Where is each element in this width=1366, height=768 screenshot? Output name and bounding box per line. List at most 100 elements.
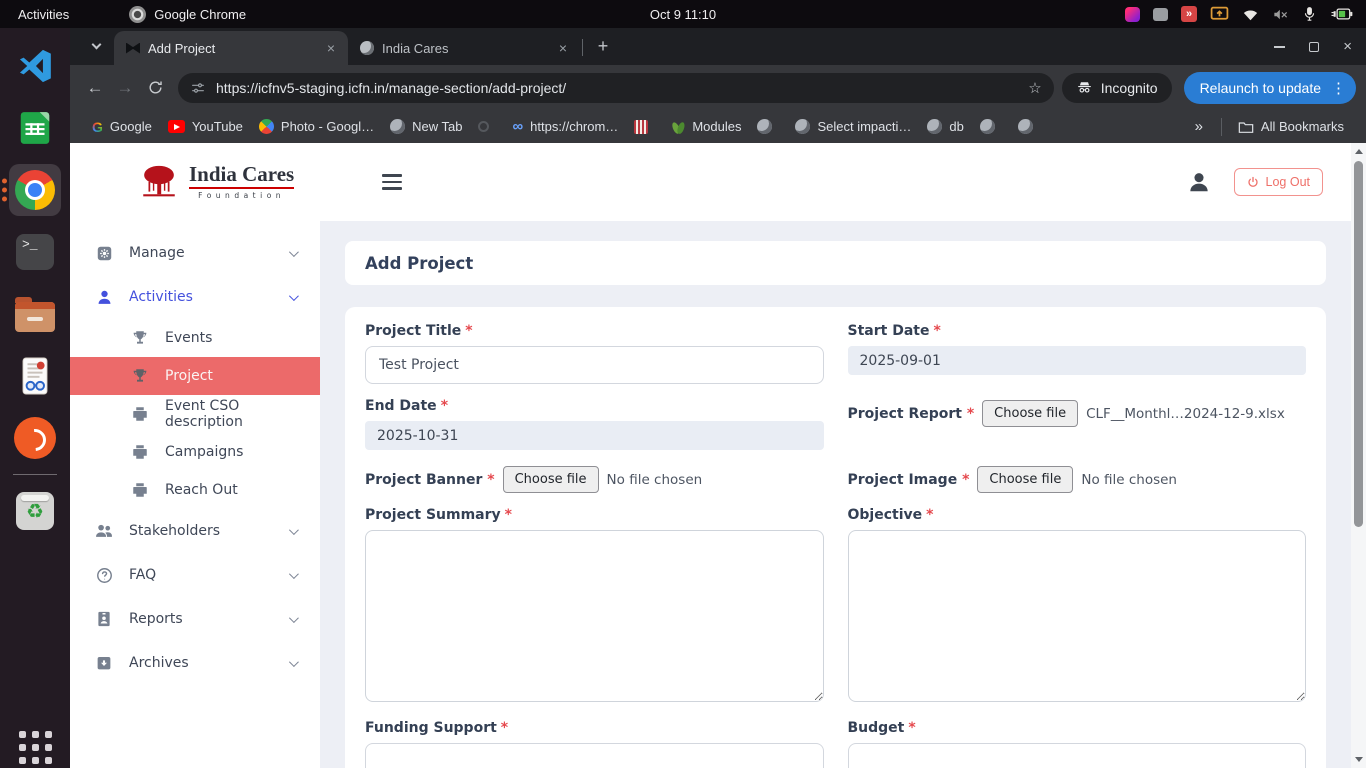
site-settings-icon[interactable]: [190, 80, 206, 96]
bookmarks-overflow-button[interactable]: »: [1185, 118, 1213, 135]
microphone-icon[interactable]: [1302, 6, 1317, 23]
bookmark-item[interactable]: Photo - Googl…: [251, 115, 382, 138]
reload-button[interactable]: [140, 73, 170, 103]
bookmark-item[interactable]: [1010, 115, 1048, 138]
logout-button[interactable]: Log Out: [1234, 168, 1323, 196]
project-banner-choose-file-button[interactable]: Choose file: [503, 466, 599, 493]
clock[interactable]: Oct 9 11:10: [650, 7, 716, 22]
bookmark-item[interactable]: [470, 117, 504, 136]
forward-button[interactable]: →: [110, 73, 140, 103]
sidebar-item-faq[interactable]: FAQ: [70, 553, 320, 597]
user-profile-icon[interactable]: [1186, 169, 1212, 195]
funding-support-input[interactable]: [365, 743, 824, 768]
globe-icon: [980, 119, 995, 134]
volume-muted-icon[interactable]: [1272, 7, 1289, 22]
project-summary-textarea[interactable]: [365, 530, 824, 702]
scroll-up-arrow[interactable]: [1351, 144, 1366, 159]
dock-item-terminal[interactable]: >_: [9, 226, 61, 278]
dock-item-google-chrome[interactable]: [9, 164, 61, 216]
new-tab-button[interactable]: +: [589, 32, 617, 60]
bookmark-item[interactable]: GGoogle: [84, 115, 160, 139]
back-button[interactable]: ←: [80, 73, 110, 103]
dock-item-document-viewer[interactable]: [9, 350, 61, 402]
sidebar-item-reports[interactable]: Reports: [70, 597, 320, 641]
dock-item-postman[interactable]: [9, 412, 61, 464]
screenshot-indicator-icon[interactable]: »: [1181, 6, 1197, 22]
screen: Activities Google Chrome Oct 9 11:10 »: [0, 0, 1366, 768]
project-report-choose-file-button[interactable]: Choose file: [982, 400, 1078, 427]
sidebar-item-reach-out[interactable]: Reach Out: [70, 471, 320, 509]
sidebar-item-events[interactable]: Events: [70, 319, 320, 357]
app-indicator-icon[interactable]: [1125, 7, 1140, 22]
bookmark-item[interactable]: ∞https://chrom…: [504, 115, 626, 138]
chevron-down-icon: [289, 613, 299, 623]
sidebar-item-campaigns[interactable]: Campaigns: [70, 433, 320, 471]
archive-box-icon: [94, 653, 114, 673]
sidebar-item-archives[interactable]: Archives: [70, 641, 320, 685]
chat-indicator-icon[interactable]: [1153, 8, 1168, 21]
minimize-button[interactable]: [1274, 46, 1285, 48]
bookmark-item[interactable]: New Tab: [382, 115, 470, 138]
bookmark-item[interactable]: Modules: [663, 115, 749, 138]
bookmark-item[interactable]: db: [919, 115, 971, 138]
relaunch-to-update-button[interactable]: Relaunch to update ⋮: [1184, 72, 1356, 104]
start-date-field: Start Date*: [848, 323, 1307, 384]
start-date-input[interactable]: [848, 346, 1307, 375]
bookmark-item[interactable]: YouTube: [160, 115, 251, 138]
url-text[interactable]: https://icfnv5-staging.icfn.in/manage-se…: [216, 80, 1018, 96]
objective-textarea[interactable]: [848, 530, 1307, 702]
dock-item-files[interactable]: [9, 288, 61, 340]
activities-button[interactable]: Activities: [18, 7, 69, 22]
battery-charging-icon[interactable]: [1330, 7, 1354, 21]
globe-icon: [757, 119, 772, 134]
scroll-down-arrow[interactable]: [1351, 752, 1366, 767]
scrollbar-thumb[interactable]: [1354, 161, 1363, 527]
project-title-input[interactable]: [365, 346, 824, 384]
focused-app-name: Google Chrome: [154, 7, 246, 22]
incognito-icon: [1076, 79, 1093, 96]
window-controls: ×: [1274, 28, 1352, 65]
tab-close-icon[interactable]: ×: [554, 39, 572, 57]
browser-toolbar: ← → https://icfnv5-staging.icfn.in/manag…: [70, 65, 1366, 110]
bookmark-item[interactable]: Select impacti…: [787, 115, 919, 138]
end-date-input[interactable]: [365, 421, 824, 450]
india-cares-logo[interactable]: India Cares Foundation: [138, 164, 294, 200]
browser-menu-icon[interactable]: ⋮: [1331, 79, 1346, 97]
page-scrollbar[interactable]: [1351, 143, 1366, 768]
budget-input[interactable]: [848, 743, 1307, 768]
youtube-icon: [168, 120, 185, 133]
system-tray[interactable]: »: [1125, 6, 1354, 23]
chevron-down-icon: [289, 569, 299, 579]
address-bar[interactable]: https://icfnv5-staging.icfn.in/manage-se…: [178, 73, 1054, 103]
sidebar-item-activities[interactable]: Activities: [70, 275, 320, 319]
bookmark-item[interactable]: [972, 115, 1010, 138]
sidebar-item-stakeholders[interactable]: Stakeholders: [70, 509, 320, 553]
focused-app-menu[interactable]: Google Chrome: [129, 6, 246, 23]
wifi-icon[interactable]: [1242, 7, 1259, 21]
sidebar-item-manage[interactable]: Manage: [70, 231, 320, 275]
objective-label: Objective*: [848, 507, 1307, 523]
sidebar-toggle-button[interactable]: [382, 174, 402, 190]
tab-close-icon[interactable]: ×: [322, 39, 340, 57]
tab-search-button[interactable]: [82, 32, 110, 60]
screen-cast-icon[interactable]: [1210, 6, 1229, 22]
dock-item-libreoffice-calc[interactable]: [9, 102, 61, 154]
person-icon: [94, 287, 114, 307]
tab-add-project[interactable]: Add Project ×: [114, 31, 348, 65]
dock-divider: [13, 474, 57, 475]
sidebar-item-event-cso-description[interactable]: Event CSO description: [70, 395, 320, 433]
bookmark-item[interactable]: [749, 115, 787, 138]
sidebar-item-project[interactable]: Project: [70, 357, 320, 395]
project-image-choose-file-button[interactable]: Choose file: [977, 466, 1073, 493]
maximize-button[interactable]: [1309, 42, 1319, 52]
tab-india-cares[interactable]: India Cares ×: [348, 31, 580, 65]
app-grid-button[interactable]: [19, 731, 52, 764]
all-bookmarks-button[interactable]: All Bookmarks: [1230, 115, 1352, 138]
bookmark-star-icon[interactable]: ☆: [1028, 79, 1041, 97]
close-window-button[interactable]: ×: [1343, 39, 1352, 54]
project-banner-label: Project Banner *: [365, 472, 495, 488]
bookmark-item[interactable]: [626, 116, 663, 138]
project-report-file-name: CLF__Monthl…2024-12-9.xlsx: [1086, 406, 1285, 422]
dock-item-trash[interactable]: ♻: [9, 485, 61, 537]
dock-item-vscode[interactable]: [9, 40, 61, 92]
